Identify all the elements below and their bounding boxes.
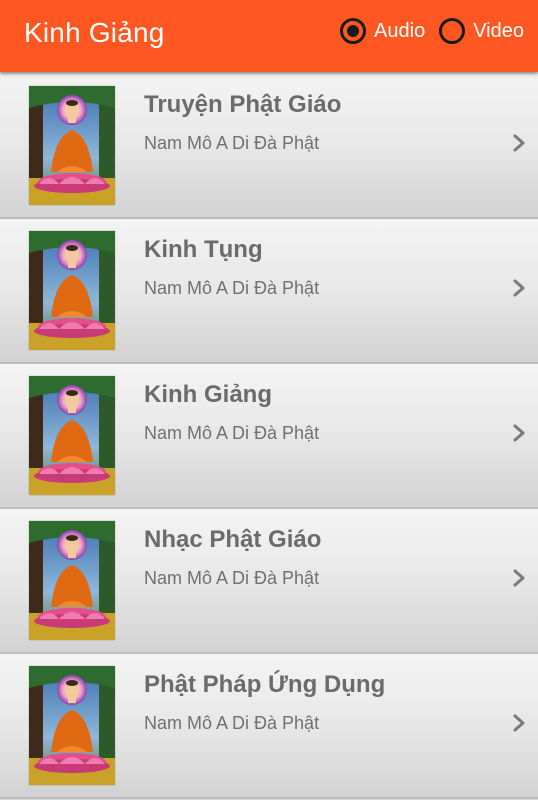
chevron-right-icon[interactable]	[512, 424, 526, 442]
item-subtitle: Nam Mô A Di Đà Phật	[144, 423, 320, 443]
list-item[interactable]: Kinh Giảng Nam Mô A Di Đà Phật	[0, 364, 538, 509]
item-subtitle: Nam Mô A Di Đà Phật	[144, 713, 320, 733]
chevron-right-icon[interactable]	[512, 279, 526, 297]
list-item[interactable]: Kinh Tụng Nam Mô A Di Đà Phật	[0, 219, 538, 364]
radio-dot	[347, 25, 360, 37]
audio-radio-option[interactable]: Audio	[340, 18, 425, 44]
item-title: Kinh Tụng	[144, 236, 263, 263]
app-bar: Kinh Giảng Audio Video	[0, 0, 538, 72]
buddha-image	[29, 376, 115, 495]
chevron-right-icon[interactable]	[512, 134, 526, 152]
item-title: Kinh Giảng	[144, 381, 272, 408]
chevron-right-icon[interactable]	[512, 569, 526, 587]
audio-label: Audio	[374, 19, 426, 42]
item-subtitle: Nam Mô A Di Đà Phật	[144, 278, 320, 298]
buddha-image	[29, 86, 115, 205]
buddha-image	[29, 231, 115, 350]
item-subtitle: Nam Mô A Di Đà Phật	[144, 568, 320, 588]
video-label: Video	[473, 19, 524, 42]
item-title: Truyện Phật Giáo	[144, 91, 342, 118]
chevron-right-icon[interactable]	[512, 714, 526, 732]
media-type-radio-group: Audio Video	[326, 18, 524, 44]
buddha-image	[29, 521, 115, 640]
item-title: Phật Pháp Ứng Dụng	[144, 671, 386, 698]
category-list: Truyện Phật Giáo Nam Mô A Di Đà Phật Kin…	[0, 74, 538, 799]
video-radio-option[interactable]: Video	[439, 18, 524, 44]
app-title: Kinh Giảng	[24, 17, 165, 48]
list-item[interactable]: Truyện Phật Giáo Nam Mô A Di Đà Phật	[0, 74, 538, 219]
list-item[interactable]: Phật Pháp Ứng Dụng Nam Mô A Di Đà Phật	[0, 654, 538, 799]
radio-selected-icon[interactable]	[340, 18, 367, 44]
list-item[interactable]: Nhạc Phật Giáo Nam Mô A Di Đà Phật	[0, 509, 538, 654]
item-title: Nhạc Phật Giáo	[144, 526, 322, 553]
buddha-image	[29, 666, 115, 785]
radio-unselected-icon[interactable]	[439, 18, 466, 44]
item-subtitle: Nam Mô A Di Đà Phật	[144, 133, 320, 153]
